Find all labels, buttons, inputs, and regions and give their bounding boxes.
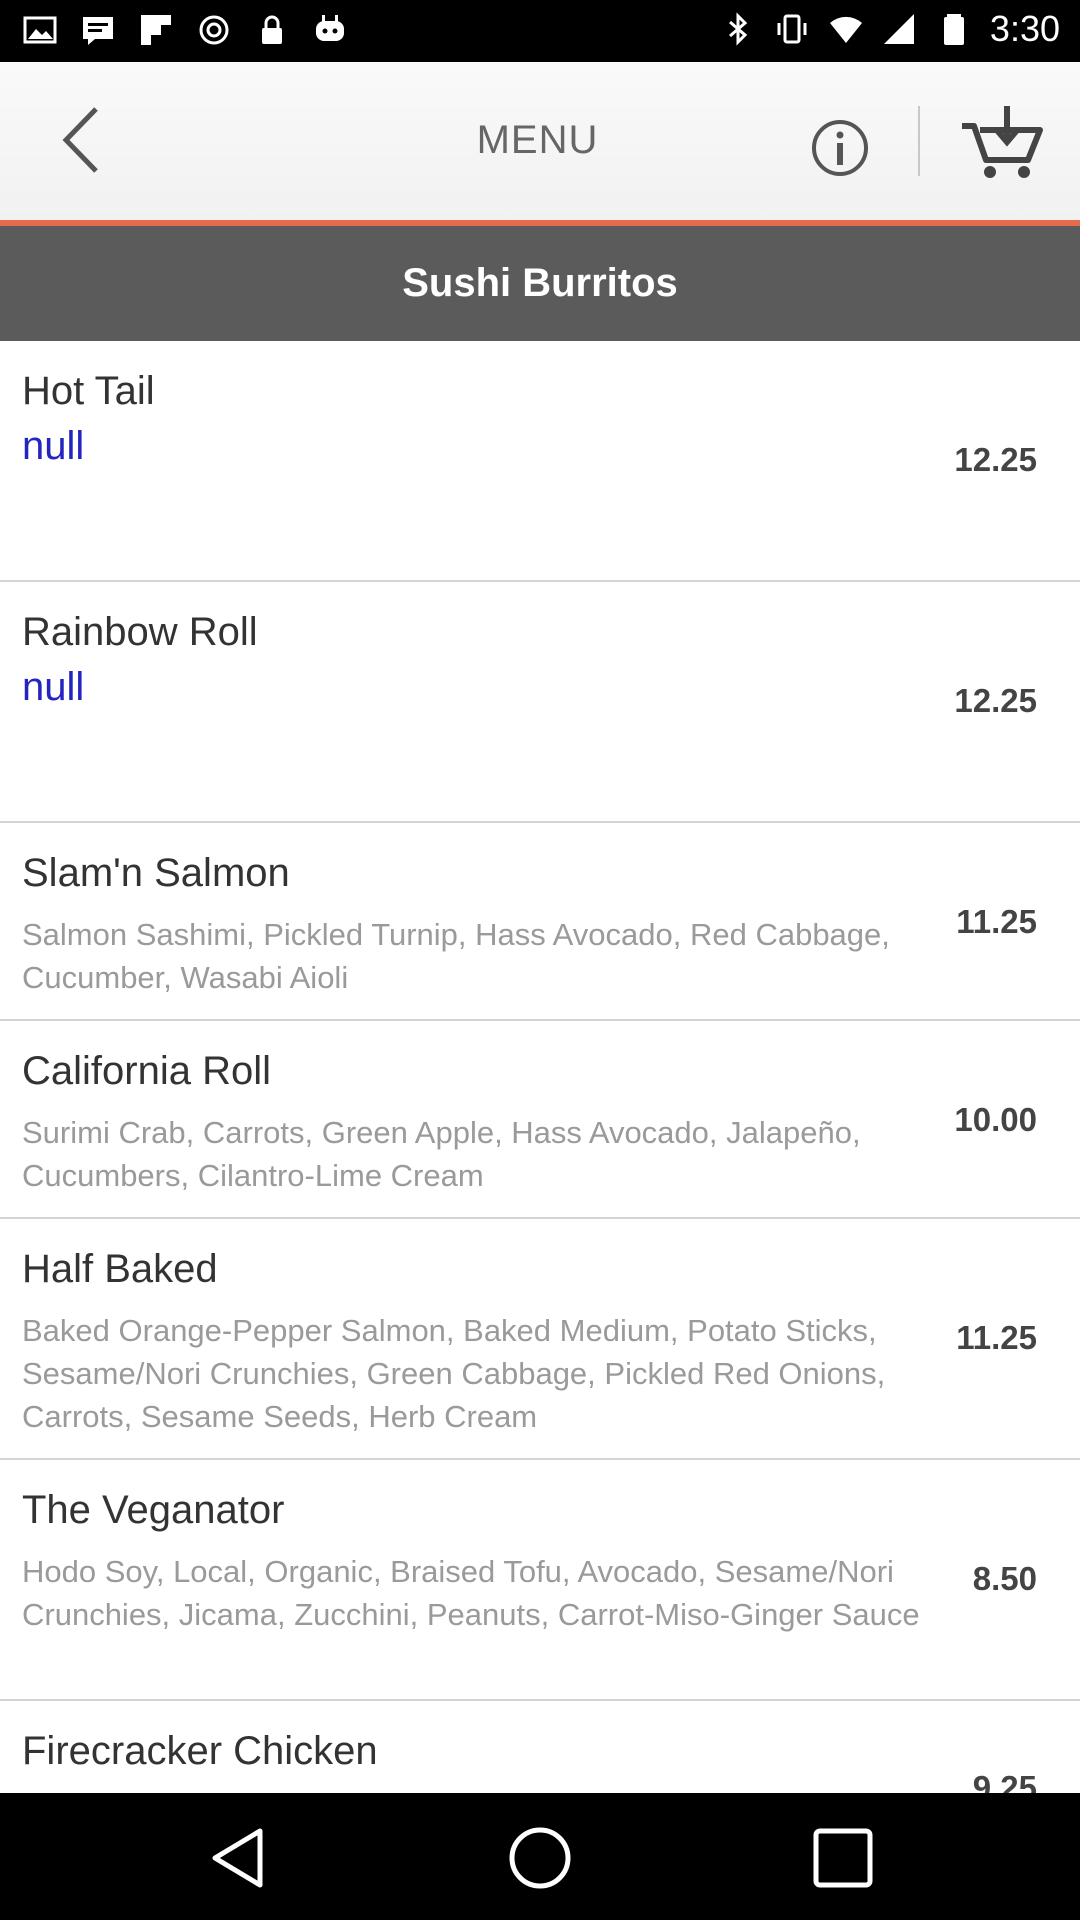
item-name: Half Baked	[22, 1247, 218, 1291]
item-description: Baked Orange-Pepper Salmon, Baked Medium…	[22, 1313, 886, 1434]
signal-icon	[883, 14, 914, 44]
menu-item[interactable]: California Roll Surimi Crab, Carrots, Gr…	[0, 1021, 1080, 1219]
item-name: Slam'n Salmon	[22, 851, 290, 895]
item-price: 12.25	[954, 441, 1037, 478]
item-description: Surimi Crab, Carrots, Green Apple, Hass …	[22, 1115, 861, 1193]
page-title: MENU	[476, 118, 599, 162]
item-price: 11.25	[956, 1319, 1037, 1356]
item-name: Firecracker Chicken	[22, 1729, 378, 1773]
item-price: 8.50	[972, 1560, 1037, 1597]
nav-recents-icon[interactable]	[808, 1823, 878, 1893]
item-price: 9.25	[972, 1769, 1037, 1793]
item-price: 12.25	[954, 682, 1037, 719]
item-description: Hodo Soy, Local, Organic, Braised Tofu, …	[22, 1554, 920, 1632]
menu-item[interactable]: Rainbow Roll null 12.25	[0, 582, 1080, 823]
nav-back-icon[interactable]	[205, 1823, 275, 1893]
menu-item[interactable]: The Veganator Hodo Soy, Local, Organic, …	[0, 1460, 1080, 1701]
sync-icon	[199, 15, 229, 45]
toolbar-divider	[918, 106, 920, 176]
menu-item[interactable]: Half Baked Baked Orange-Pepper Salmon, B…	[0, 1219, 1080, 1460]
item-name: Hot Tail	[22, 369, 155, 413]
item-name: The Veganator	[22, 1488, 285, 1532]
message-icon	[83, 17, 113, 45]
wifi-icon	[829, 16, 862, 43]
image-icon	[23, 16, 57, 44]
section-title: Sushi Burritos	[402, 261, 678, 305]
cart-icon[interactable]	[960, 104, 1044, 182]
item-description: null	[22, 665, 85, 709]
menu-item[interactable]: Firecracker Chicken 9.25	[0, 1701, 1080, 1793]
clock: 3:30	[989, 8, 1060, 49]
bluetooth-icon	[728, 12, 748, 46]
menu-item[interactable]: Slam'n Salmon Salmon Sashimi, Pickled Tu…	[0, 823, 1080, 1021]
item-description: Salmon Sashimi, Pickled Turnip, Hass Avo…	[22, 917, 890, 995]
vibrate-icon	[777, 14, 807, 44]
info-icon[interactable]	[808, 116, 872, 180]
item-price: 10.00	[954, 1101, 1037, 1138]
status-bar: 3:30	[0, 0, 1080, 62]
menu-item[interactable]: Hot Tail null 12.25	[0, 341, 1080, 582]
item-name: Rainbow Roll	[22, 610, 258, 654]
app-screen: MENU Sushi Burritos Hot Tail null 12.25 …	[0, 62, 1080, 1793]
item-name: California Roll	[22, 1049, 271, 1093]
menu-list: Hot Tail null 12.25 Rainbow Roll null 12…	[0, 341, 1080, 1793]
item-description: null	[22, 424, 85, 468]
nav-home-icon[interactable]	[505, 1823, 575, 1893]
flipboard-icon	[141, 15, 171, 45]
item-price: 11.25	[956, 903, 1037, 940]
battery-icon	[943, 14, 964, 45]
section-header: Sushi Burritos	[0, 226, 1080, 341]
navigation-bar	[0, 1793, 1080, 1920]
toolbar: MENU	[0, 62, 1080, 220]
lock-icon	[262, 15, 282, 44]
game-controller-icon	[316, 15, 344, 41]
